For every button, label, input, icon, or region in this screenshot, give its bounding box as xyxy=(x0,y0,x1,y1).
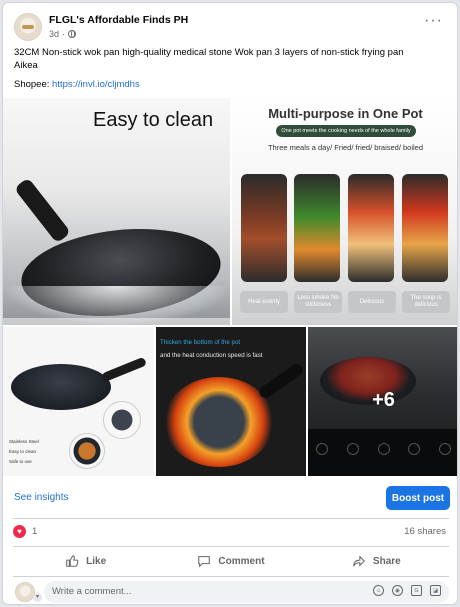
action-bar: Like Comment Share xyxy=(13,549,449,573)
post-card: FLGL's Affordable Finds PH 3d · ··· 32CM… xyxy=(2,2,458,605)
like-label: Like xyxy=(86,555,107,567)
photo-caption: Easy to clean xyxy=(93,109,214,131)
photo-title: Multi-purpose in One Pot xyxy=(268,106,423,121)
share-button[interactable]: Share xyxy=(304,549,449,573)
pan-handle xyxy=(257,361,305,401)
page-name[interactable]: FLGL's Affordable Finds PH xyxy=(49,14,188,26)
like-button[interactable]: Like xyxy=(13,549,158,573)
feature-label: Heat evenly xyxy=(240,291,288,313)
timestamp-text[interactable]: 3d xyxy=(49,29,59,39)
reaction-count[interactable]: 1 xyxy=(32,526,37,537)
divider xyxy=(13,518,449,519)
comment-tools: ☺ ◉ G ◪ xyxy=(373,585,441,596)
comment-label: Comment xyxy=(218,555,265,567)
photo-subtitle: Three meals a day/ Fried/ fried/ braised… xyxy=(267,143,424,152)
photo-wok-product[interactable]: Stainless Steel Easy to clean Safe to us… xyxy=(3,327,154,476)
photo-easy-to-clean[interactable]: Easy to clean xyxy=(3,98,230,325)
post-text-line: Aikea xyxy=(14,60,38,71)
flame-pan-base xyxy=(164,377,274,467)
share-label: Share xyxy=(372,555,401,567)
pan-handle xyxy=(13,177,72,244)
shares-count[interactable]: 16 shares xyxy=(404,526,446,537)
shopee-label: Shopee: xyxy=(14,79,50,90)
post-text: 32CM Non-stick wok pan high-quality medi… xyxy=(14,46,454,72)
pan-handle xyxy=(100,356,148,383)
shopee-line: Shopee: https://invl.io/cljmdhs xyxy=(14,79,140,90)
photo-multi-purpose[interactable]: Multi-purpose in One Pot One pot meets t… xyxy=(232,98,457,325)
see-insights-link[interactable]: See insights xyxy=(14,492,68,503)
post-timestamp[interactable]: 3d · xyxy=(49,29,77,39)
post-header: FLGL's Affordable Finds PH 3d · ··· xyxy=(3,3,457,43)
photo-text-white: and the heat conduction speed is fast xyxy=(160,352,263,359)
page-avatar[interactable] xyxy=(14,13,42,41)
post-text-line: 32CM Non-stick wok pan high-quality medi… xyxy=(14,47,404,58)
boost-post-button[interactable]: Boost post xyxy=(386,486,450,510)
gif-icon[interactable]: G xyxy=(411,585,422,596)
photo-text-blue: Thicken the bottom of the pot xyxy=(160,339,241,346)
share-icon xyxy=(353,555,365,567)
comment-icon xyxy=(198,556,211,568)
photo-thick-bottom[interactable]: Thicken the bottom of the pot and the he… xyxy=(156,327,306,476)
feature-check: Easy to clean xyxy=(9,449,37,454)
water-surface xyxy=(3,318,230,325)
food-photo-steak xyxy=(241,174,287,282)
detail-circle-food xyxy=(69,433,105,469)
photo-stove-more[interactable]: +6 xyxy=(308,327,457,476)
divider xyxy=(13,576,449,577)
feature-check: Stainless Steel xyxy=(9,439,39,444)
comment-button[interactable]: Comment xyxy=(158,549,303,573)
detail-circle-pan xyxy=(103,401,141,439)
feature-label: The soup is delicious xyxy=(402,291,450,313)
thumbs-up-icon xyxy=(66,555,79,567)
food-photo-soup xyxy=(402,174,448,282)
heart-icon: ♥ xyxy=(13,525,26,538)
globe-icon xyxy=(68,30,77,38)
emoji-icon[interactable]: ☺ xyxy=(373,585,384,596)
camera-icon[interactable]: ◉ xyxy=(392,585,403,596)
commenter-avatar[interactable] xyxy=(15,582,35,602)
photo-badge: One pot meets the cooking needs of the w… xyxy=(276,125,416,137)
food-photo-shrimp xyxy=(348,174,394,282)
comment-composer: ▾ Write a comment... ☺ ◉ G ◪ xyxy=(13,581,449,603)
feature-label: Delicious xyxy=(348,291,396,313)
feature-label: Less smoke No stickiness xyxy=(294,291,342,313)
separator-dot: · xyxy=(62,29,66,39)
shopee-link[interactable]: https://invl.io/cljmdhs xyxy=(52,79,140,90)
food-photo-vegetables xyxy=(294,174,340,282)
feature-check: Safe to use xyxy=(9,459,32,464)
more-options-icon[interactable]: ··· xyxy=(424,13,443,29)
reactions-summary[interactable]: ♥ 1 xyxy=(13,525,37,538)
more-photos-count[interactable]: +6 xyxy=(308,389,457,412)
sticker-icon[interactable]: ◪ xyxy=(430,585,441,596)
divider xyxy=(13,546,449,547)
chevron-down-icon[interactable]: ▾ xyxy=(33,593,42,602)
pan-shape xyxy=(11,364,111,410)
